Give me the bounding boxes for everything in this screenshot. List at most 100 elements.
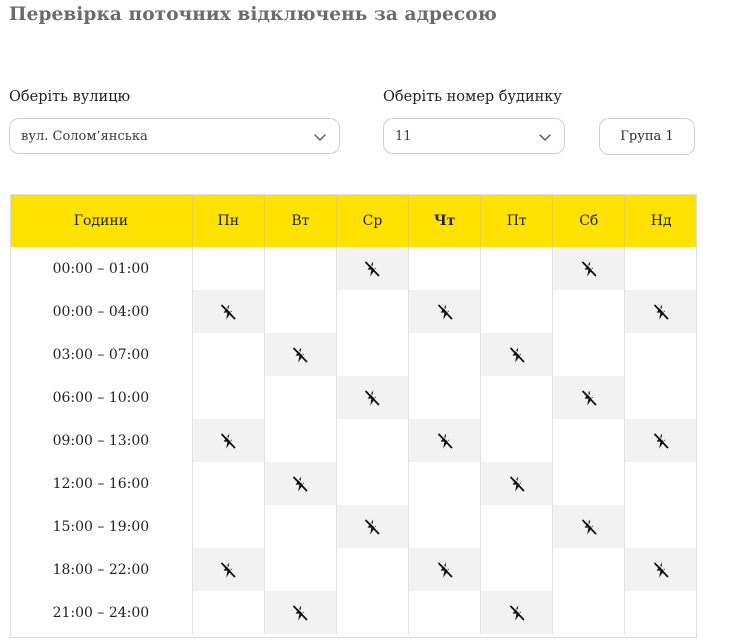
empty-cell: [480, 419, 553, 462]
street-select[interactable]: вул. Солом’янська: [9, 118, 340, 154]
empty-cell: [624, 333, 697, 376]
power-off-icon: [580, 260, 598, 277]
empty-cell: [335, 419, 409, 462]
page-title: Перевірка поточних відключень за адресою: [9, 4, 497, 25]
empty-cell: [624, 376, 697, 419]
empty-cell: [480, 290, 553, 333]
empty-cell: [263, 376, 337, 419]
chevron-down-icon: [314, 134, 326, 141]
empty-cell: [552, 419, 625, 462]
empty-cell: [335, 462, 409, 505]
outage-cell: [480, 591, 553, 634]
group-button[interactable]: Група 1: [599, 118, 695, 155]
hours-cell: 03:00 – 07:00: [52, 346, 150, 363]
hours-cell: 00:00 – 04:00: [52, 303, 150, 320]
empty-cell: [552, 548, 625, 591]
outage-cell: [552, 247, 625, 290]
outage-cell: [263, 462, 337, 505]
day-header: Ср: [335, 194, 409, 247]
empty-cell: [624, 247, 697, 290]
table-row: 18:00 – 22:00: [10, 548, 697, 591]
empty-cell: [552, 591, 625, 634]
empty-cell: [480, 548, 553, 591]
table-row: 00:00 – 04:00: [10, 290, 697, 333]
day-header: Сб: [552, 194, 625, 247]
power-off-icon: [363, 518, 381, 535]
power-off-icon: [436, 432, 454, 449]
outage-cell: [263, 591, 337, 634]
day-header: Чт: [408, 194, 481, 247]
hours-cell: 06:00 – 10:00: [52, 389, 150, 406]
outage-cell: [335, 247, 409, 290]
outage-cell: [480, 333, 553, 376]
empty-cell: [408, 333, 481, 376]
empty-cell: [552, 333, 625, 376]
day-header: Вт: [263, 194, 337, 247]
outage-cell: [408, 290, 481, 333]
power-off-icon: [436, 561, 454, 578]
power-off-icon: [291, 604, 309, 621]
power-off-icon: [291, 475, 309, 492]
outage-cell: [624, 290, 697, 333]
day-header: Пт: [480, 194, 553, 247]
day-header: Нд: [624, 194, 697, 247]
empty-cell: [191, 591, 265, 634]
empty-cell: [408, 505, 481, 548]
outage-cell: [191, 290, 265, 333]
power-off-icon: [291, 346, 309, 363]
empty-cell: [263, 419, 337, 462]
empty-cell: [191, 333, 265, 376]
house-select[interactable]: 11: [383, 118, 565, 154]
power-off-icon: [508, 604, 526, 621]
house-label: Оберіть номер будинку: [383, 89, 562, 105]
empty-cell: [335, 333, 409, 376]
empty-cell: [335, 591, 409, 634]
power-off-icon: [219, 561, 237, 578]
outage-cell: [552, 505, 625, 548]
street-label: Оберіть вулицю: [9, 89, 131, 105]
outage-cell: [191, 419, 265, 462]
hours-cell: 09:00 – 13:00: [52, 432, 150, 449]
empty-cell: [480, 505, 553, 548]
power-off-icon: [652, 303, 670, 320]
power-off-icon: [363, 389, 381, 406]
empty-cell: [624, 505, 697, 548]
outage-cell: [335, 505, 409, 548]
outage-cell: [408, 548, 481, 591]
table-row: 00:00 – 01:00: [10, 247, 697, 290]
outage-cell: [408, 419, 481, 462]
empty-cell: [191, 376, 265, 419]
power-off-icon: [508, 475, 526, 492]
power-off-icon: [580, 518, 598, 535]
empty-cell: [408, 376, 481, 419]
outage-cell: [624, 548, 697, 591]
empty-cell: [408, 247, 481, 290]
outage-cell: [335, 376, 409, 419]
empty-cell: [624, 462, 697, 505]
hours-cell: 12:00 – 16:00: [52, 475, 150, 492]
house-select-value: 11: [395, 128, 412, 144]
empty-cell: [263, 290, 337, 333]
hours-cell: 00:00 – 01:00: [52, 260, 150, 277]
outage-schedule-table: Години Пн Вт Ср Чт Пт Сб Нд 00:00 – 01:0…: [10, 194, 697, 634]
outage-cell: [624, 419, 697, 462]
hours-cell: 15:00 – 19:00: [52, 518, 150, 535]
empty-cell: [191, 505, 265, 548]
hours-cell: 18:00 – 22:00: [52, 561, 150, 578]
outage-cell: [191, 548, 265, 591]
table-row: 09:00 – 13:00: [10, 419, 697, 462]
power-off-icon: [219, 432, 237, 449]
empty-cell: [624, 591, 697, 634]
power-off-icon: [580, 389, 598, 406]
power-off-icon: [436, 303, 454, 320]
hours-cell: 21:00 – 24:00: [52, 604, 150, 621]
empty-cell: [480, 247, 553, 290]
empty-cell: [480, 376, 553, 419]
empty-cell: [263, 247, 337, 290]
day-header: Пн: [191, 194, 265, 247]
power-off-icon: [508, 346, 526, 363]
empty-cell: [191, 247, 265, 290]
street-select-value: вул. Солом’янська: [21, 128, 148, 144]
table-row: 15:00 – 19:00: [10, 505, 697, 548]
chevron-down-icon: [539, 134, 551, 141]
